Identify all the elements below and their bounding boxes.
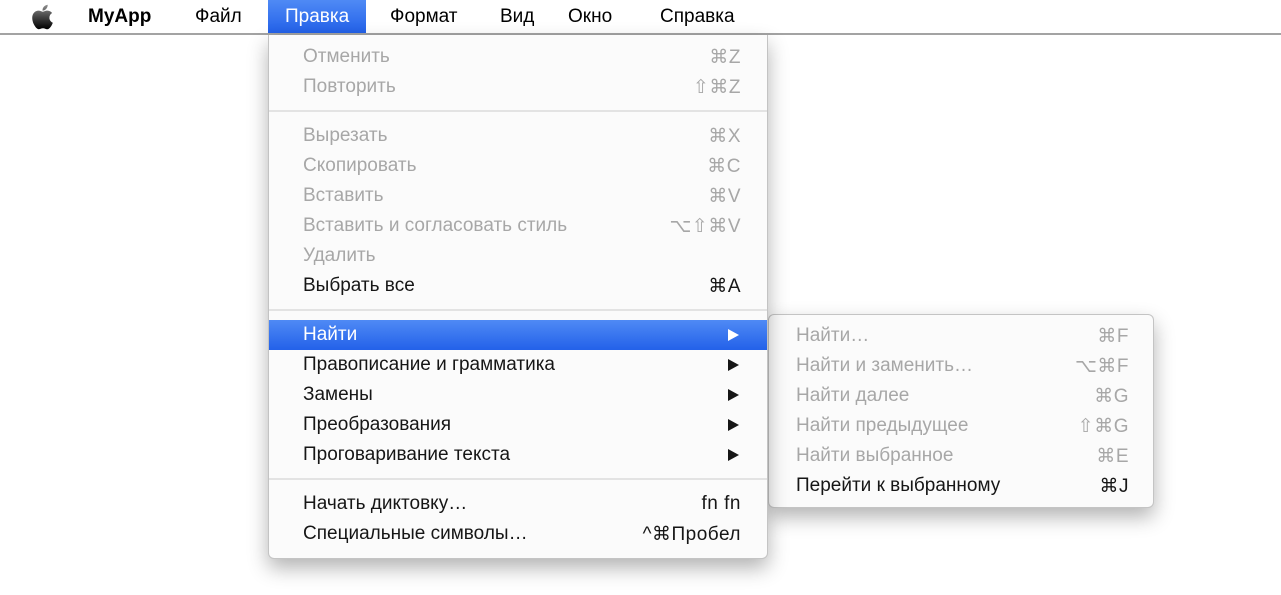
menu-item-shortcut: ⌘E	[1096, 445, 1129, 468]
submenu-arrow-icon	[728, 449, 739, 461]
menu-item-label: Вставить	[303, 185, 384, 207]
menu-item-delete: Удалить	[269, 241, 767, 271]
menu-item-shortcut: ⌘X	[708, 125, 741, 148]
menu-item-label: Начать диктовку…	[303, 493, 467, 515]
submenu-item-find: Найти… ⌘F	[769, 321, 1153, 351]
menu-item-speech[interactable]: Проговаривание текста	[269, 440, 767, 470]
menubar-item-format[interactable]: Формат	[373, 0, 475, 33]
menu-item-label: Замены	[303, 384, 373, 406]
menu-item-label: Отменить	[303, 46, 390, 68]
menu-item-paste: Вставить ⌘V	[269, 181, 767, 211]
menu-item-paste-match-style: Вставить и согласовать стиль ⌥⇧⌘V	[269, 211, 767, 241]
menu-item-label: Найти…	[796, 325, 869, 347]
menu-item-undo: Отменить ⌘Z	[269, 42, 767, 72]
menu-item-label: Вырезать	[303, 125, 388, 147]
menu-item-redo: Повторить ⇧⌘Z	[269, 72, 767, 102]
menu-item-shortcut: ⌥⌘F	[1075, 355, 1129, 378]
menubar-item-file[interactable]: Файл	[178, 0, 259, 33]
menu-item-label: Найти предыдущее	[796, 415, 968, 437]
menu-item-shortcut: ⇧⌘G	[1078, 415, 1129, 438]
submenu-item-find-previous: Найти предыдущее ⇧⌘G	[769, 411, 1153, 441]
menu-separator	[269, 110, 767, 112]
menu-item-shortcut: ⌘V	[708, 185, 741, 208]
menu-item-start-dictation[interactable]: Начать диктовку… fn fn	[269, 489, 767, 519]
submenu-arrow-icon	[728, 329, 739, 341]
menu-item-shortcut: ⌘A	[708, 275, 741, 298]
submenu-arrow-icon	[728, 389, 739, 401]
menu-item-shortcut: ^⌘Пробел	[643, 523, 741, 546]
menu-item-substitutions[interactable]: Замены	[269, 380, 767, 410]
menu-item-shortcut: fn fn	[702, 493, 741, 515]
menu-item-label: Выбрать все	[303, 275, 415, 297]
menu-item-label: Найти и заменить…	[796, 355, 973, 377]
menu-item-label: Найти выбранное	[796, 445, 953, 467]
submenu-item-use-selection-for-find: Найти выбранное ⌘E	[769, 441, 1153, 471]
menu-item-shortcut: ⌘J	[1100, 475, 1130, 498]
menu-item-label: Правописание и грамматика	[303, 354, 555, 376]
menu-item-label: Вставить и согласовать стиль	[303, 215, 567, 237]
menubar-item-window[interactable]: Окно	[551, 0, 629, 33]
menu-item-label: Найти	[303, 324, 357, 346]
edit-menu-dropdown: Отменить ⌘Z Повторить ⇧⌘Z Вырезать ⌘X Ск…	[268, 35, 768, 559]
menu-item-find[interactable]: Найти	[269, 320, 767, 350]
menubar-item-app[interactable]: MyApp	[71, 0, 168, 33]
menu-item-label: Повторить	[303, 76, 396, 98]
menu-item-shortcut: ⌘C	[707, 155, 741, 178]
find-submenu-dropdown: Найти… ⌘F Найти и заменить… ⌥⌘F Найти да…	[768, 314, 1154, 508]
menu-item-select-all[interactable]: Выбрать все ⌘A	[269, 271, 767, 301]
submenu-item-jump-to-selection[interactable]: Перейти к выбранному ⌘J	[769, 471, 1153, 501]
menubar-item-help[interactable]: Справка	[643, 0, 752, 33]
menu-item-label: Преобразования	[303, 414, 451, 436]
menu-item-transformations[interactable]: Преобразования	[269, 410, 767, 440]
menubar-item-view[interactable]: Вид	[483, 0, 551, 33]
submenu-item-find-replace: Найти и заменить… ⌥⌘F	[769, 351, 1153, 381]
menu-separator	[269, 478, 767, 480]
apple-icon	[31, 3, 54, 31]
submenu-arrow-icon	[728, 419, 739, 431]
menu-item-label: Скопировать	[303, 155, 416, 177]
menu-item-label: Проговаривание текста	[303, 444, 510, 466]
apple-menu[interactable]	[31, 3, 54, 31]
menu-item-shortcut: ⌘G	[1094, 385, 1129, 408]
menu-item-special-characters[interactable]: Специальные символы… ^⌘Пробел	[269, 519, 767, 549]
menu-separator	[269, 309, 767, 311]
submenu-item-find-next: Найти далее ⌘G	[769, 381, 1153, 411]
menu-item-spelling-grammar[interactable]: Правописание и грамматика	[269, 350, 767, 380]
menu-item-shortcut: ⌘Z	[709, 46, 741, 69]
menu-bar: MyApp Файл Правка Формат Вид Окно Справк…	[0, 0, 1281, 35]
menu-item-label: Найти далее	[796, 385, 909, 407]
menu-item-shortcut: ⌘F	[1097, 325, 1129, 348]
menu-item-shortcut: ⌥⇧⌘V	[670, 215, 742, 238]
menu-item-shortcut: ⇧⌘Z	[693, 76, 741, 99]
menu-item-label: Перейти к выбранному	[796, 475, 1000, 497]
menubar-item-edit[interactable]: Правка	[268, 0, 366, 33]
menu-item-label: Удалить	[303, 245, 376, 267]
menu-item-label: Специальные символы…	[303, 523, 528, 545]
menu-item-copy: Скопировать ⌘C	[269, 151, 767, 181]
submenu-arrow-icon	[728, 359, 739, 371]
menu-item-cut: Вырезать ⌘X	[269, 121, 767, 151]
